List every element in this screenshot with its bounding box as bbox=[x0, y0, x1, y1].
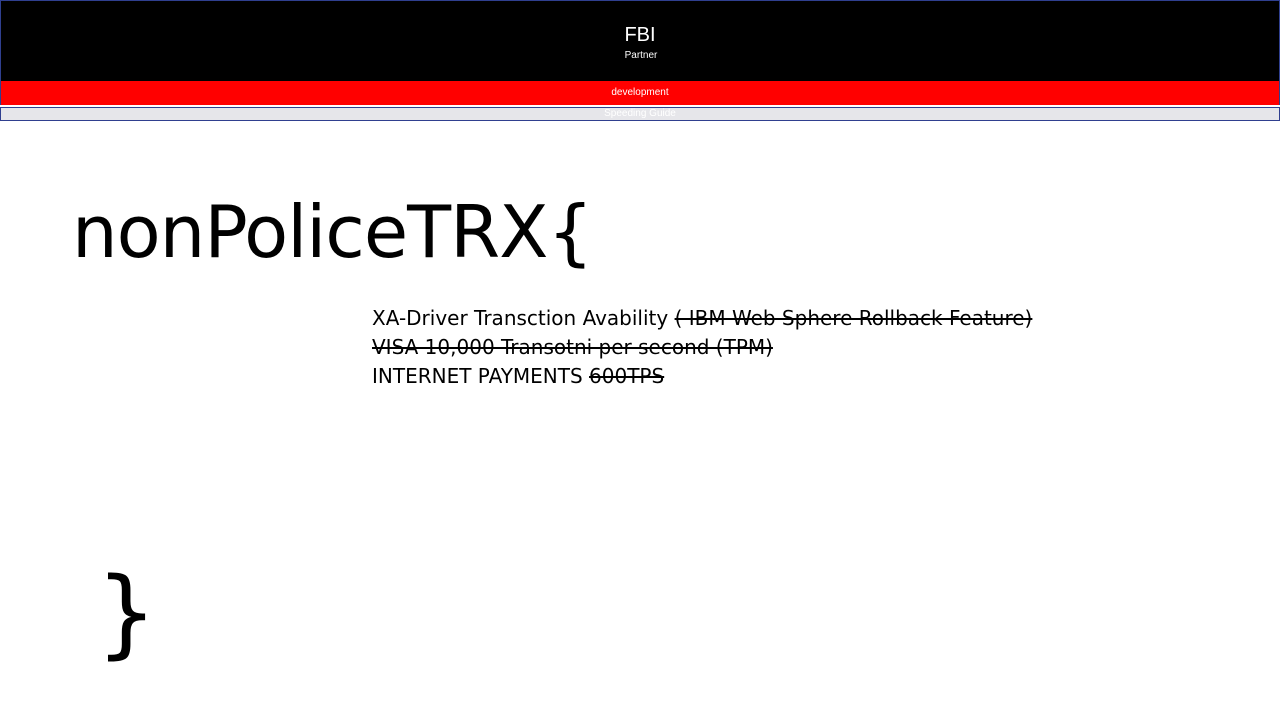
body-line: VISA 10,000 Transotni per second (TPM) bbox=[372, 333, 1032, 362]
body-line: XA-Driver Transction Avability ( IBM Web… bbox=[372, 304, 1032, 333]
speeding-guide-bar: Speeding Guide bbox=[0, 107, 1280, 121]
speeding-guide-bar-label: Speeding Guide bbox=[604, 108, 676, 119]
development-bar-label: development bbox=[611, 87, 669, 98]
body-line-text: INTERNET PAYMENTS bbox=[372, 364, 590, 388]
header-banner: FBI Partner bbox=[0, 0, 1280, 81]
body-line-text: XA-Driver Transction Avability bbox=[372, 306, 675, 330]
body-line: INTERNET PAYMENTS 600TPS bbox=[372, 362, 1032, 391]
header-title: FBI bbox=[624, 24, 656, 46]
body-line-struck-text: ( IBM Web Sphere Rollback Feature) bbox=[674, 306, 1033, 330]
body-line-struck-text: VISA 10,000 Transotni per second (TPM) bbox=[372, 335, 773, 359]
body-text: XA-Driver Transction Avability ( IBM Web… bbox=[372, 304, 1032, 391]
page-title: nonPoliceTRX{ bbox=[72, 190, 593, 274]
development-bar: development bbox=[0, 81, 1280, 105]
header-subtitle: Partner bbox=[624, 50, 658, 61]
closing-brace: } bbox=[96, 557, 158, 669]
body-line-struck-text: 600TPS bbox=[589, 364, 665, 388]
